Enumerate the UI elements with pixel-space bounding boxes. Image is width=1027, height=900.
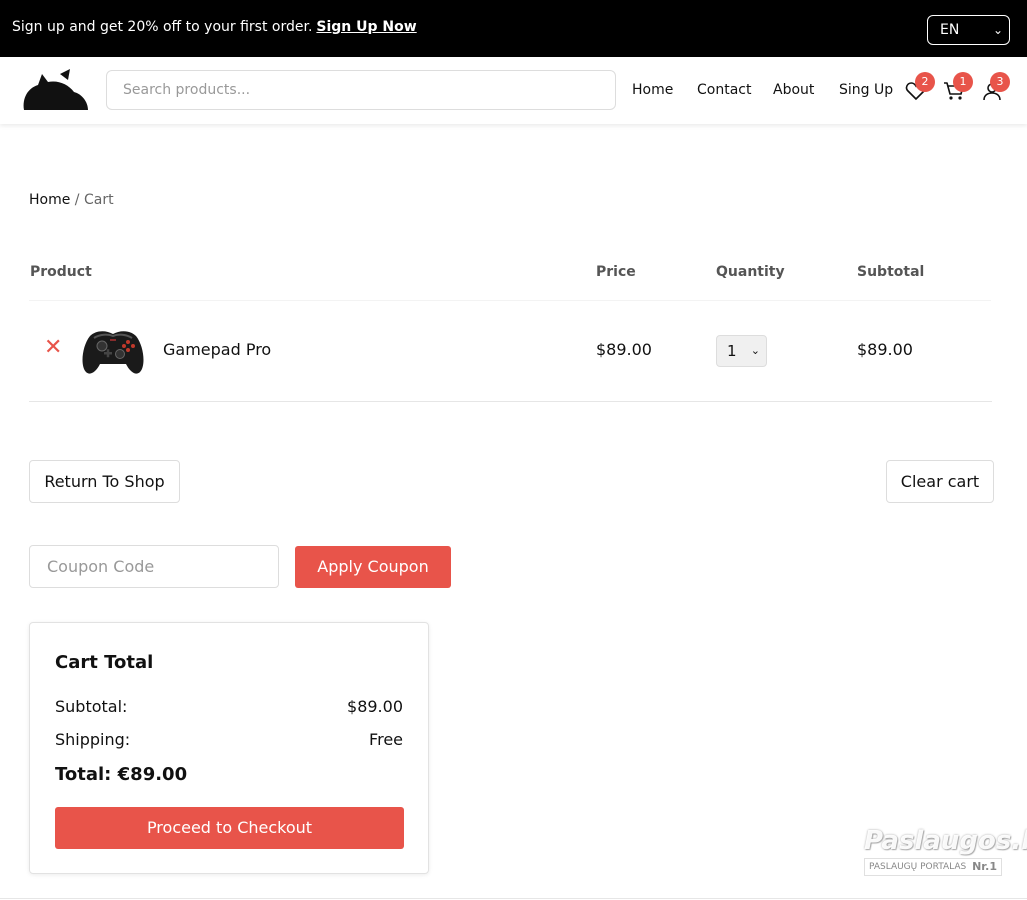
- close-icon[interactable]: ✕: [44, 337, 64, 359]
- column-header-price: Price: [596, 264, 636, 280]
- cart-total-title: Cart Total: [55, 652, 154, 673]
- total-amount: Total: €89.00: [55, 764, 188, 785]
- breadcrumb-home[interactable]: Home: [29, 192, 70, 208]
- watermark-tagline-text: PASLAUGŲ PORTALAS: [869, 862, 967, 872]
- column-header-quantity: Quantity: [716, 264, 785, 280]
- promo-text: Sign up and get 20% off to your first or…: [12, 19, 313, 35]
- chevron-down-icon: ⌄: [992, 23, 1003, 37]
- subtotal-value: $89.00: [347, 697, 403, 716]
- cart-total-panel: Cart Total Subtotal: $89.00 Shipping: Fr…: [29, 622, 429, 874]
- subtotal-label: Subtotal:: [55, 697, 128, 716]
- nav-contact[interactable]: Contact: [697, 82, 751, 98]
- watermark: Paslaugos.lt PASLAUGŲ PORTALAS Nr.1: [862, 826, 1027, 878]
- page-divider: [0, 898, 1027, 899]
- wishlist-badge: 2: [915, 72, 935, 92]
- coupon-input[interactable]: [29, 545, 279, 588]
- promo-signup-link[interactable]: Sign Up Now: [316, 19, 416, 35]
- return-to-shop-button[interactable]: Return To Shop: [29, 460, 180, 503]
- watermark-rank: Nr.1: [972, 860, 997, 873]
- column-header-subtotal: Subtotal: [857, 264, 925, 280]
- chevron-down-icon: ⌄: [750, 344, 760, 357]
- product-name[interactable]: Gamepad Pro: [163, 340, 271, 359]
- cart-badge: 1: [953, 72, 973, 92]
- nav-about[interactable]: About: [773, 82, 814, 98]
- quantity-value: 1: [727, 342, 737, 360]
- shipping-label: Shipping:: [55, 730, 131, 749]
- clear-cart-button[interactable]: Clear cart: [886, 460, 994, 503]
- site-header: Home Contact About Sing Up 2 1 3: [0, 57, 1027, 124]
- promo-message: Sign up and get 20% off to your first or…: [12, 19, 417, 35]
- product-image[interactable]: [80, 322, 146, 378]
- search-input[interactable]: [106, 70, 616, 110]
- product-price: $89.00: [596, 340, 652, 359]
- language-value: EN: [940, 22, 960, 38]
- watermark-tagline: PASLAUGŲ PORTALAS Nr.1: [864, 858, 1002, 876]
- nav-home[interactable]: Home: [632, 82, 673, 98]
- breadcrumb: Home / Cart: [29, 192, 114, 208]
- table-divider: [29, 300, 991, 301]
- breadcrumb-separator: /: [74, 192, 80, 208]
- nav-signup[interactable]: Sing Up: [839, 82, 893, 98]
- shipping-value: Free: [369, 730, 403, 749]
- account-badge: 3: [990, 72, 1010, 92]
- column-header-product: Product: [30, 264, 92, 280]
- watermark-brand: Paslaugos.lt: [864, 826, 1027, 856]
- apply-coupon-button[interactable]: Apply Coupon: [295, 546, 451, 588]
- logo[interactable]: [20, 68, 90, 112]
- quantity-select[interactable]: 1 ⌄: [716, 335, 767, 367]
- language-select[interactable]: EN ⌄: [927, 15, 1010, 45]
- promo-bar: Sign up and get 20% off to your first or…: [0, 0, 1027, 57]
- product-subtotal: $89.00: [857, 340, 913, 359]
- table-divider: [29, 401, 992, 402]
- checkout-button[interactable]: Proceed to Checkout: [55, 807, 404, 849]
- breadcrumb-current: Cart: [83, 192, 114, 208]
